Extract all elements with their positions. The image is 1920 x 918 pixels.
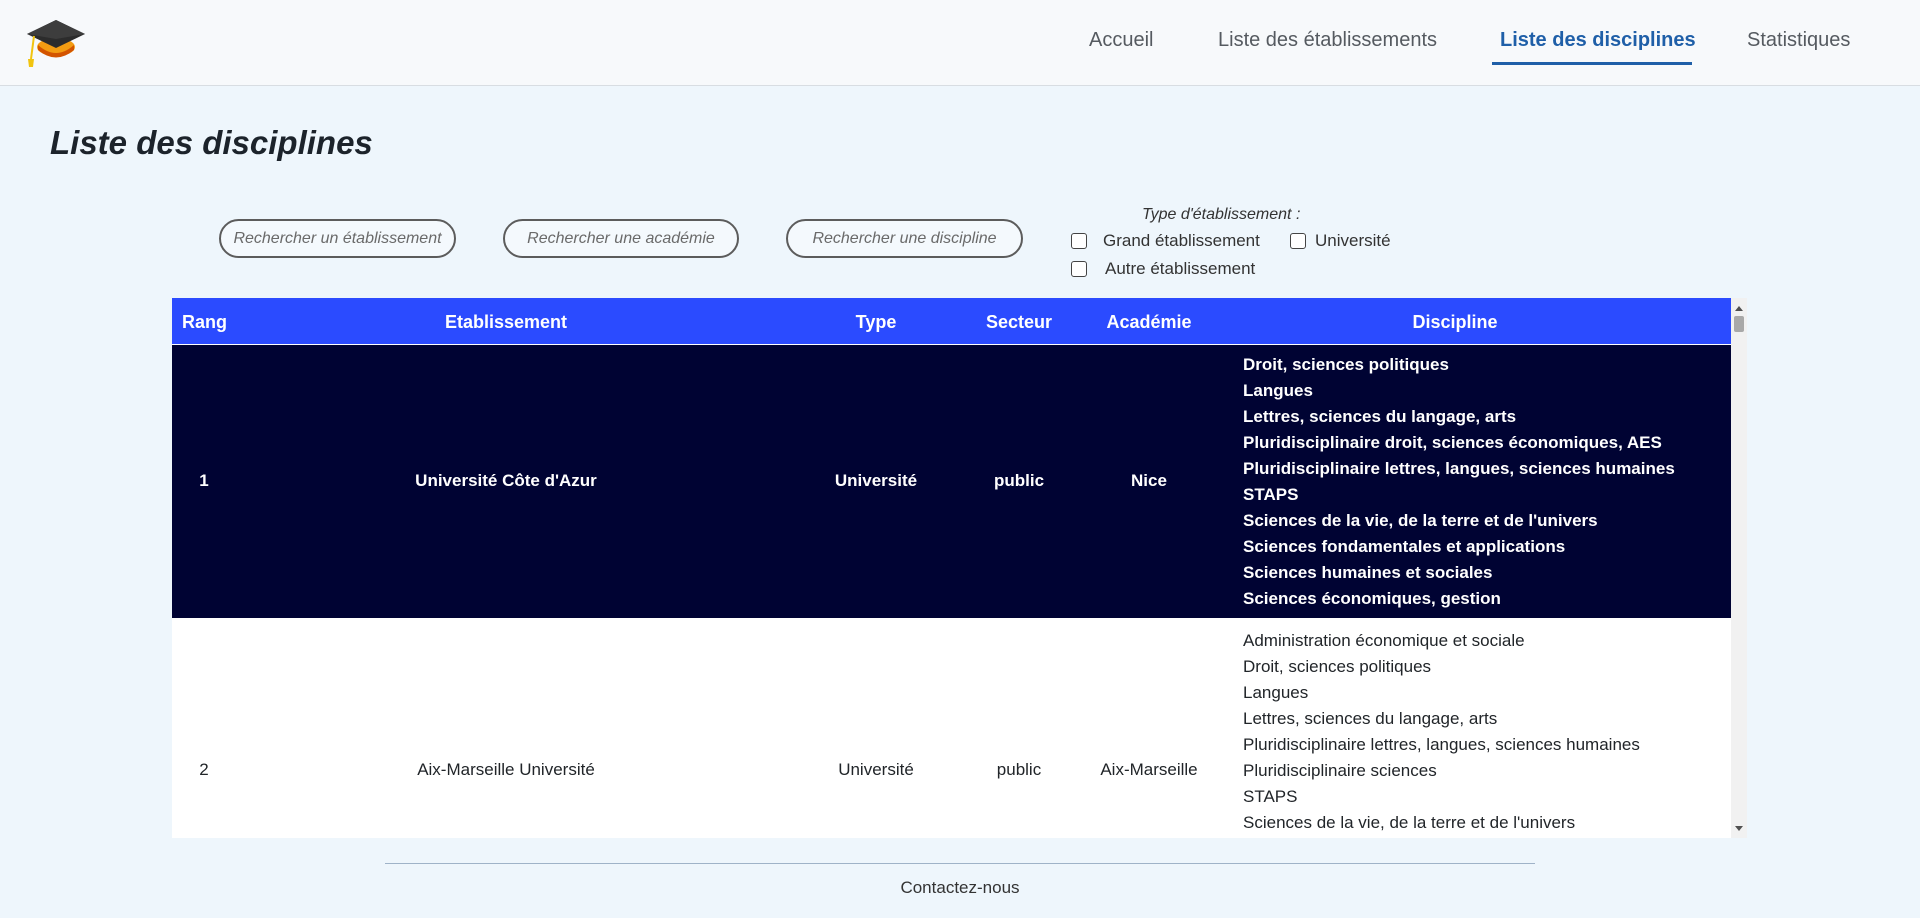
cell-type: Université [834,471,918,490]
discipline-item: Sciences fondamentales et applications [1243,537,1566,556]
table-row[interactable]: 2 Aix-Marseille Université Université pu… [172,618,1731,838]
scroll-thumb[interactable] [1734,316,1744,332]
cell-academie: Nice [1131,471,1167,490]
scroll-up-icon[interactable] [1735,306,1743,311]
active-nav-underline [1492,62,1692,65]
page-title: Liste des disciplines [50,124,373,161]
discipline-item: Langues [1243,683,1309,702]
column-header-academie[interactable]: Académie [1099,312,1199,333]
checkbox-autre-etablissement[interactable] [1071,261,1087,277]
discipline-item: Sciences de la vie, de la terre et de l'… [1243,511,1598,530]
cell-rang: 1 [199,471,209,490]
disciplines-table[interactable]: Rang Etablissement Type Secteur Académie… [172,298,1747,838]
discipline-item: Droit, sciences politiques [1243,657,1432,676]
checkbox-label-universite: Université [1315,231,1391,250]
search-discipline-input[interactable] [786,219,1023,258]
discipline-item: Pluridisciplinaire lettres, langues, sci… [1243,735,1640,754]
discipline-item: Sciences de la vie, de la terre et de l'… [1243,813,1576,832]
checkbox-label-grand-etablissement: Grand établissement [1103,231,1260,250]
search-academie-input[interactable] [503,219,739,258]
contact-link[interactable]: Contactez-nous [0,878,1920,898]
footer-divider [385,863,1535,864]
search-etablissement-input[interactable] [219,219,456,258]
cell-etablissement: Université Côte d'Azur [415,471,597,490]
discipline-item: Pluridisciplinaire sciences [1243,761,1437,780]
discipline-item: Droit, sciences politiques [1243,355,1449,374]
type-etablissement-label: Type d'établissement : [1142,206,1301,223]
nav-item-statistiques[interactable]: Statistiques [1747,29,1850,52]
cell-secteur: public [993,471,1045,490]
discipline-item: STAPS [1243,787,1298,806]
discipline-item: Pluridisciplinaire lettres, langues, sci… [1243,459,1675,478]
table-scrollbar[interactable] [1731,298,1747,838]
cell-rang: 2 [199,760,209,779]
discipline-item: Pluridisciplinaire droit, sciences écono… [1243,433,1662,452]
discipline-item: Administration économique et sociale [1243,631,1525,650]
nav-item-accueil[interactable]: Accueil [1089,29,1153,52]
discipline-item: Lettres, sciences du langage, arts [1243,709,1498,728]
column-header-type[interactable]: Type [826,312,926,333]
checkbox-label-autre-etablissement: Autre établissement [1105,259,1256,278]
scroll-down-icon[interactable] [1735,826,1743,831]
cell-disciplines: Droit, sciences politiques Langues Lettr… [1243,352,1675,612]
column-header-etablissement[interactable]: Etablissement [356,312,656,333]
column-header-discipline[interactable]: Discipline [1405,312,1505,333]
column-header-secteur[interactable]: Secteur [969,312,1069,333]
nav-item-liste-disciplines[interactable]: Liste des disciplines [1500,29,1696,52]
discipline-item: Lettres, sciences du langage, arts [1243,407,1517,426]
checkbox-universite[interactable] [1290,233,1306,249]
cell-type: Université [838,760,914,779]
discipline-item: STAPS [1243,485,1299,504]
discipline-item: Langues [1243,381,1313,400]
table-header: Rang Etablissement Type Secteur Académie… [172,298,1731,344]
cell-academie: Aix-Marseille [1100,760,1198,779]
cell-disciplines: Administration économique et sociale Dro… [1243,628,1640,836]
nav-item-liste-etablissements[interactable]: Liste des établissements [1218,29,1437,52]
table-row[interactable]: 1 Université Côte d'Azur Université publ… [172,345,1731,618]
cell-secteur: public [996,760,1042,779]
checkbox-grand-etablissement[interactable] [1071,233,1087,249]
discipline-item: Sciences économiques, gestion [1243,589,1501,608]
graduation-cap-icon[interactable] [24,17,88,69]
discipline-item: Sciences humaines et sociales [1243,563,1493,582]
navbar: Accueil Liste des établissements Liste d… [0,0,1920,86]
column-header-rang[interactable]: Rang [182,312,227,333]
cell-etablissement: Aix-Marseille Université [417,760,595,779]
